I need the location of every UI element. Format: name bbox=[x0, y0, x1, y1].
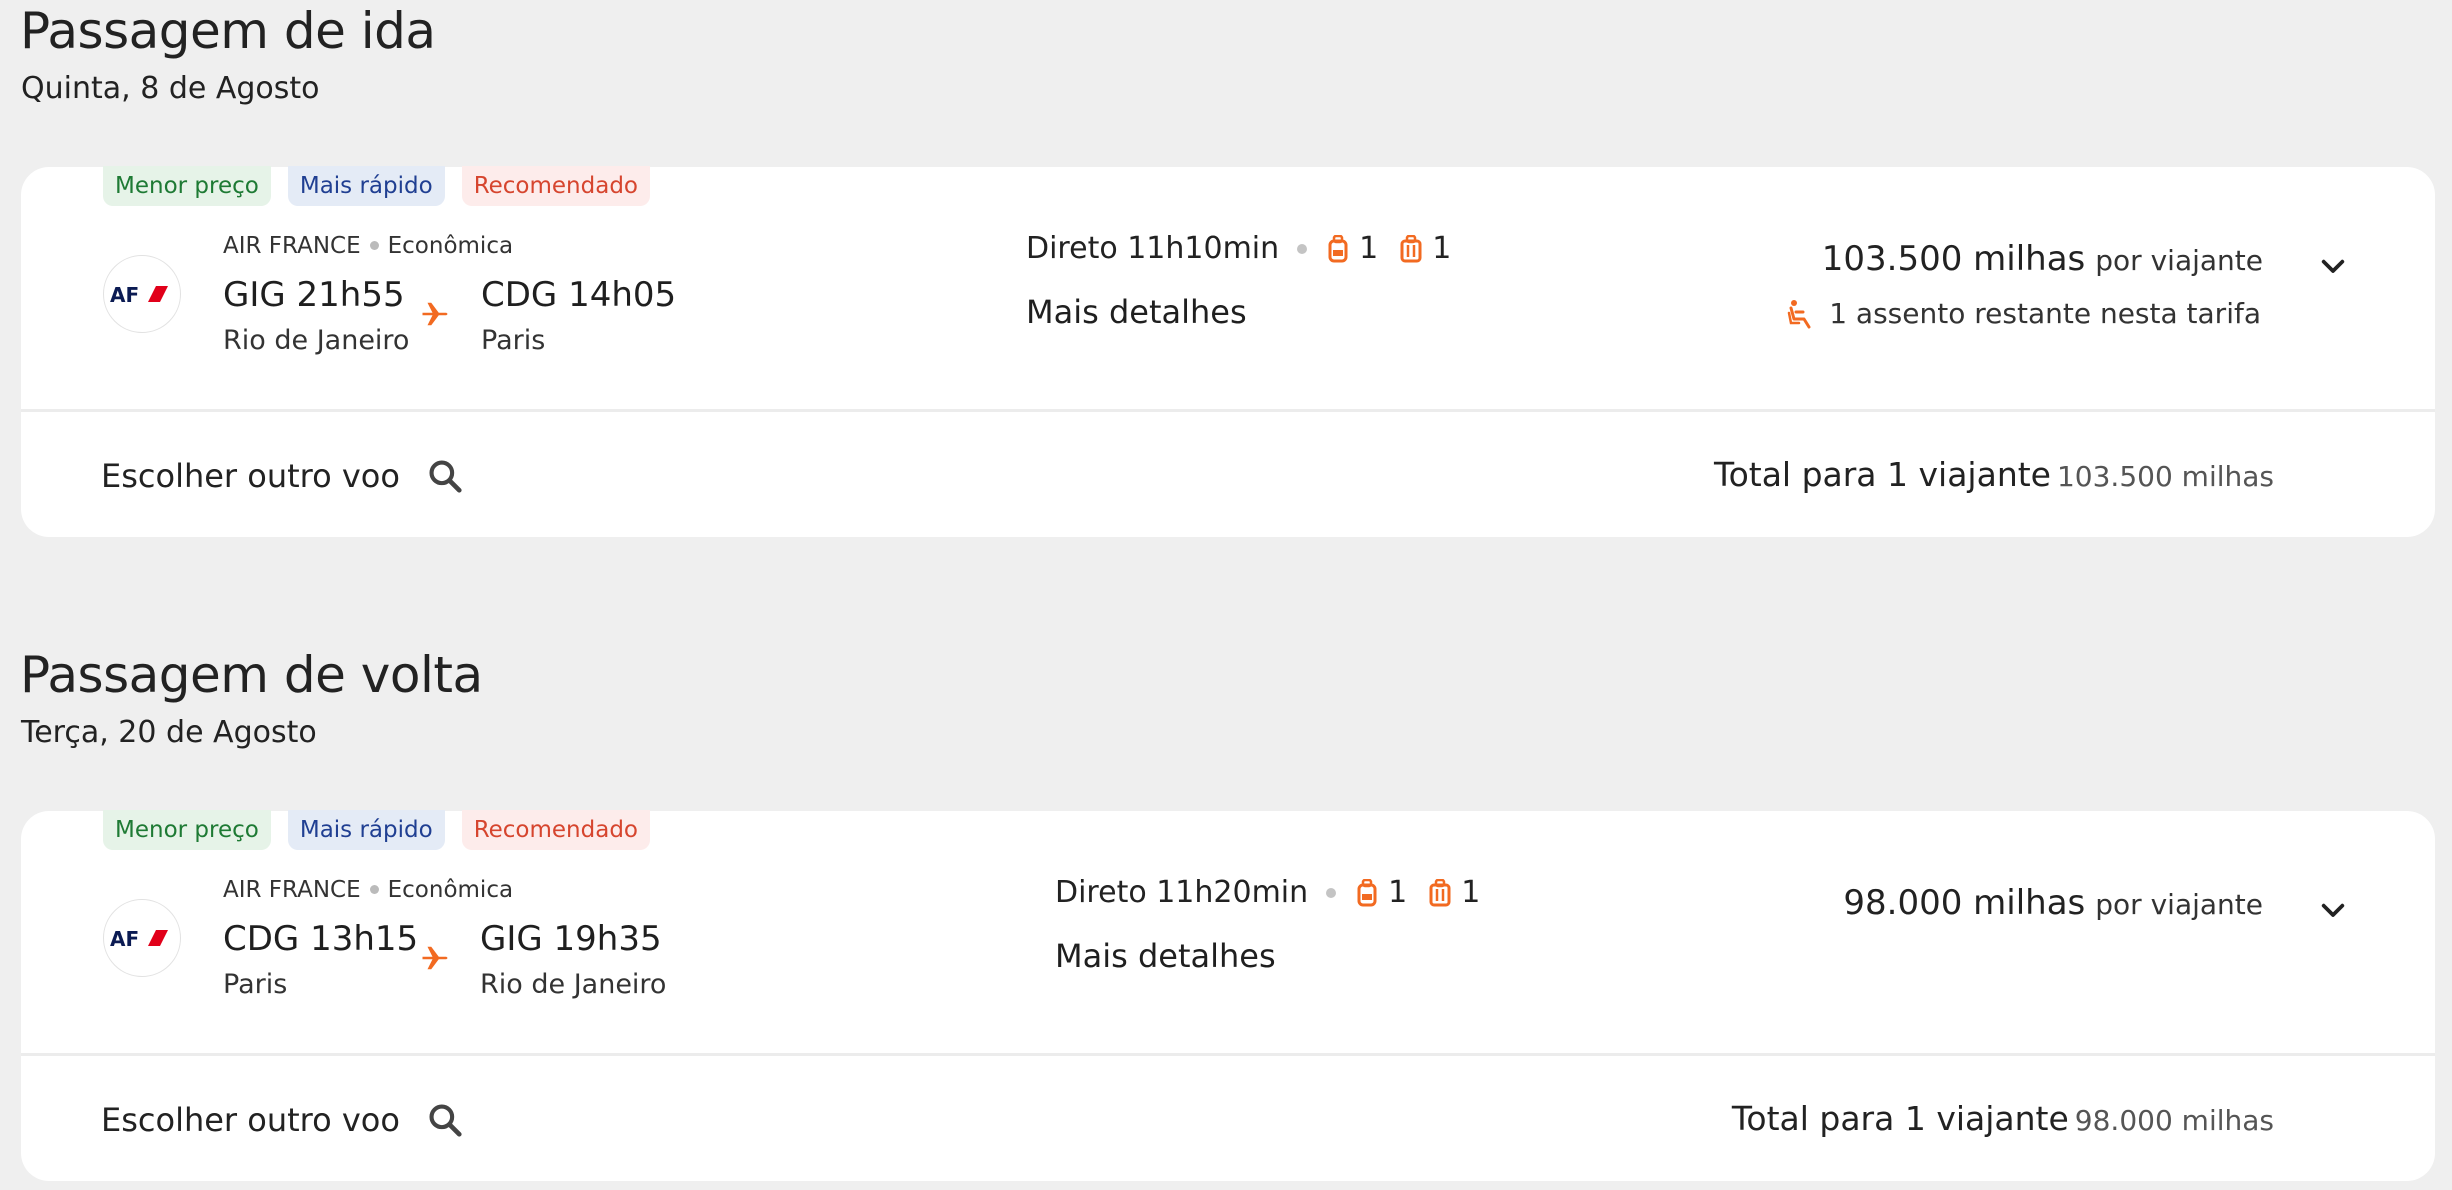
airline-cabin-line: AIR FRANCE Econômica bbox=[223, 233, 513, 259]
suitcase-icon bbox=[1429, 878, 1451, 906]
chevron-down-icon[interactable] bbox=[2317, 895, 2349, 927]
return-section-title: Passagem de volta bbox=[20, 646, 483, 704]
checked-bag-count: 1 bbox=[1432, 231, 1452, 266]
choose-other-flight-button[interactable]: Escolher outro voo bbox=[101, 457, 464, 495]
search-icon bbox=[429, 1104, 462, 1137]
divider bbox=[21, 409, 2435, 412]
origin-code-time: CDG 13h15 bbox=[223, 919, 419, 959]
badge-row: Menor preço Mais rápido Recomendado bbox=[103, 810, 651, 850]
duration-line: Direto 11h20min 1 1 bbox=[1055, 875, 1502, 910]
duration-line: Direto 11h10min 1 1 bbox=[1026, 231, 1473, 266]
airline-logo: AF bbox=[103, 899, 181, 977]
badge-recommended: Recomendado bbox=[461, 166, 651, 206]
backpack-icon bbox=[1328, 234, 1348, 262]
airline-logo: AF bbox=[103, 255, 181, 333]
origin-city: Paris bbox=[223, 969, 288, 1000]
destination-code-time: CDG 14h05 bbox=[481, 275, 677, 315]
destination-city: Rio de Janeiro bbox=[480, 969, 667, 1000]
price-unit: por viajante bbox=[2095, 888, 2263, 921]
carry-on-count: 1 bbox=[1388, 875, 1408, 910]
carry-on-count: 1 bbox=[1359, 231, 1379, 266]
price-amount: 103.500 milhas bbox=[1821, 239, 2086, 279]
cabin-class: Econômica bbox=[387, 233, 514, 259]
badge-lowest-price: Menor preço bbox=[103, 166, 271, 206]
cabin-class: Econômica bbox=[387, 877, 514, 903]
badge-row: Menor preço Mais rápido Recomendado bbox=[103, 166, 651, 206]
logo-text: AF bbox=[110, 283, 139, 306]
suitcase-icon bbox=[1400, 234, 1422, 262]
choose-other-flight-button[interactable]: Escolher outro voo bbox=[101, 1101, 464, 1139]
total-value: 98.000 milhas bbox=[2074, 1104, 2274, 1137]
choose-other-flight-label: Escolher outro voo bbox=[101, 1101, 400, 1139]
badge-recommended: Recomendado bbox=[461, 810, 651, 850]
seat-icon bbox=[1787, 299, 1811, 328]
total-value: 103.500 milhas bbox=[2056, 460, 2274, 493]
outbound-date: Quinta, 8 de Agosto bbox=[21, 71, 320, 106]
destination-city: Paris bbox=[481, 325, 546, 356]
price: 98.000 milhas por viajante bbox=[1843, 883, 2263, 923]
flight-duration: Direto 11h10min bbox=[1026, 231, 1280, 266]
origin-city: Rio de Janeiro bbox=[223, 325, 410, 356]
plane-icon bbox=[422, 946, 448, 970]
airline-name: AIR FRANCE bbox=[223, 877, 361, 903]
return-flight-card[interactable]: Menor preço Mais rápido Recomendado AF A… bbox=[21, 810, 2435, 1181]
seats-remaining: 1 assento restante nesta tarifa bbox=[1787, 297, 2261, 330]
airline-cabin-line: AIR FRANCE Econômica bbox=[223, 877, 513, 903]
airline-name: AIR FRANCE bbox=[223, 233, 361, 259]
choose-other-flight-label: Escolher outro voo bbox=[101, 457, 400, 495]
destination-code-time: GIG 19h35 bbox=[480, 919, 662, 959]
outbound-flight-card[interactable]: Menor preço Mais rápido Recomendado AF A… bbox=[21, 166, 2435, 537]
badge-fastest: Mais rápido bbox=[287, 166, 445, 206]
price-amount: 98.000 milhas bbox=[1843, 883, 2086, 923]
checked-bag-count: 1 bbox=[1461, 875, 1481, 910]
divider bbox=[21, 1053, 2435, 1056]
more-details-link[interactable]: Mais detalhes bbox=[1026, 293, 1247, 331]
badge-fastest: Mais rápido bbox=[287, 810, 445, 850]
backpack-icon bbox=[1357, 878, 1377, 906]
origin-code-time: GIG 21h55 bbox=[223, 275, 405, 315]
return-date: Terça, 20 de Agosto bbox=[21, 715, 317, 750]
more-details-link[interactable]: Mais detalhes bbox=[1055, 937, 1276, 975]
total-price: Total para 1 viajante 98.000 milhas bbox=[1732, 1099, 2274, 1138]
logo-text: AF bbox=[110, 927, 139, 950]
total-label: Total para 1 viajante bbox=[1714, 455, 2051, 494]
plane-icon bbox=[422, 302, 448, 326]
price-unit: por viajante bbox=[2095, 244, 2263, 277]
price: 103.500 milhas por viajante bbox=[1822, 239, 2263, 279]
badge-lowest-price: Menor preço bbox=[103, 810, 271, 850]
total-label: Total para 1 viajante bbox=[1731, 1099, 2069, 1138]
seats-remaining-text: 1 assento restante nesta tarifa bbox=[1829, 297, 2261, 330]
search-icon bbox=[429, 460, 462, 493]
total-price: Total para 1 viajante 103.500 milhas bbox=[1714, 455, 2274, 494]
chevron-down-icon[interactable] bbox=[2317, 251, 2349, 283]
outbound-section-title: Passagem de ida bbox=[20, 2, 436, 60]
flight-duration: Direto 11h20min bbox=[1055, 875, 1309, 910]
